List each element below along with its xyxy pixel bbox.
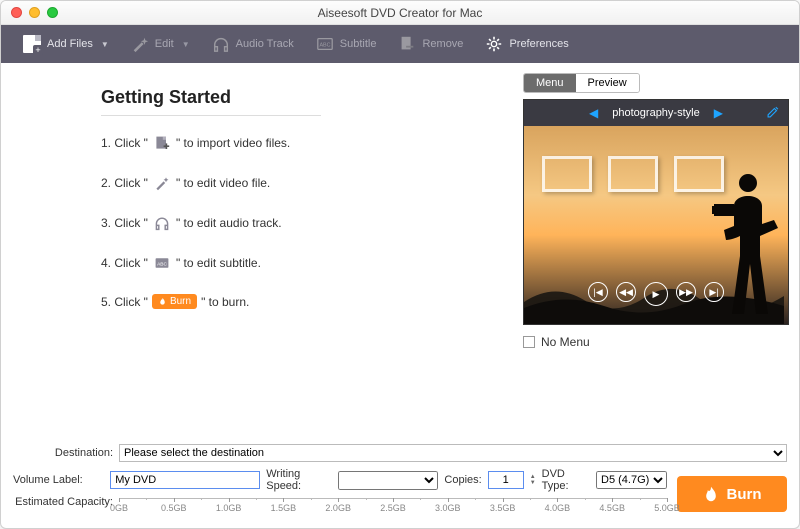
preview-canvas: |◀ ◀◀ ▶ ▶▶ ▶| <box>524 126 788 324</box>
titlebar: Aiseesoft DVD Creator for Mac <box>1 1 799 25</box>
app-window: Aiseesoft DVD Creator for Mac + Add File… <box>0 0 800 529</box>
burn-button-label: Burn <box>727 486 762 503</box>
audio-track-button[interactable]: Audio Track <box>202 31 304 57</box>
subtitle-icon: ABC <box>152 254 172 272</box>
destination-label: Destination: <box>13 447 113 459</box>
estimated-capacity-label: Estimated Capacity: <box>13 496 113 508</box>
add-file-icon: + <box>23 35 41 53</box>
headphones-icon <box>212 35 230 53</box>
flame-icon <box>158 297 167 306</box>
preview-panel: Menu Preview ◀ photography-style ▶ <box>523 73 789 440</box>
copies-label: Copies: <box>444 474 481 486</box>
toolbar: + Add Files ▼ Edit ▼ Audio Track ABC Sub… <box>1 25 799 63</box>
burn-mini-badge: Burn <box>152 294 197 309</box>
thumbnail-frame <box>542 156 592 192</box>
template-name: photography-style <box>612 107 699 119</box>
window-title: Aiseesoft DVD Creator for Mac <box>1 6 799 20</box>
chevron-down-icon: ▼ <box>182 40 190 49</box>
audio-track-label: Audio Track <box>236 38 294 50</box>
no-menu-option[interactable]: No Menu <box>523 335 789 349</box>
thumbnail-frame <box>608 156 658 192</box>
destination-row: Destination: Please select the destinati… <box>13 444 787 462</box>
edit-icon <box>766 105 780 119</box>
dvd-type-select[interactable]: D5 (4.7G) <box>596 471 667 489</box>
writing-speed-select[interactable] <box>338 471 439 490</box>
preferences-label: Preferences <box>509 38 568 50</box>
dvd-type-label: DVD Type: <box>542 468 590 492</box>
writing-speed-label: Writing Speed: <box>266 468 332 492</box>
bottom-panel: Destination: Please select the destinati… <box>1 440 799 528</box>
burn-button[interactable]: Burn <box>677 476 787 512</box>
step-1: 1. Click " " to import video files. <box>101 134 513 152</box>
copies-spinner[interactable]: ▲▼ <box>530 474 536 486</box>
destination-select[interactable]: Please select the destination <box>119 444 787 462</box>
step-3: 3. Click " " to edit audio track. <box>101 214 513 232</box>
content-area: Getting Started 1. Click " " to import v… <box>1 63 799 440</box>
skip-forward-button[interactable]: ▶| <box>704 282 724 302</box>
play-button[interactable]: ▶ <box>644 282 668 306</box>
wand-icon <box>131 35 149 53</box>
preview-tabs: Menu Preview <box>523 73 640 93</box>
forward-button[interactable]: ▶▶ <box>676 282 696 302</box>
remove-button[interactable]: Remove <box>388 31 473 57</box>
prev-template-button[interactable]: ◀ <box>589 106 598 120</box>
playback-controls: |◀ ◀◀ ▶ ▶▶ ▶| <box>588 282 724 306</box>
step-2: 2. Click " " to edit video file. <box>101 174 513 192</box>
menu-preview: ◀ photography-style ▶ <box>523 99 789 325</box>
remove-label: Remove <box>422 38 463 50</box>
capacity-row: Estimated Capacity: 0GB0.5GB1.0GB1.5GB2.… <box>13 496 667 520</box>
remove-file-icon <box>398 35 416 53</box>
edit-template-button[interactable] <box>766 105 780 122</box>
step-5: 5. Click " Burn " to burn. <box>101 294 513 309</box>
tab-preview[interactable]: Preview <box>576 74 639 92</box>
capacity-ruler: 0GB0.5GB1.0GB1.5GB2.0GB2.5GB3.0GB3.5GB4.… <box>119 498 667 520</box>
headphones-icon <box>152 214 172 232</box>
volume-label-label: Volume Label: <box>13 474 104 486</box>
preview-header: ◀ photography-style ▶ <box>524 100 788 126</box>
add-files-button[interactable]: + Add Files ▼ <box>13 31 119 57</box>
gear-icon <box>485 35 503 53</box>
no-menu-checkbox[interactable] <box>523 336 535 348</box>
rewind-button[interactable]: ◀◀ <box>616 282 636 302</box>
subtitle-label: Subtitle <box>340 38 377 50</box>
settings-row: Volume Label: Writing Speed: Copies: ▲▼ … <box>13 468 787 520</box>
no-menu-label: No Menu <box>541 335 590 349</box>
getting-started-panel: Getting Started 1. Click " " to import v… <box>11 73 513 440</box>
volume-label-input[interactable] <box>110 471 260 489</box>
edit-label: Edit <box>155 38 174 50</box>
tab-menu[interactable]: Menu <box>524 74 576 92</box>
svg-text:ABC: ABC <box>157 261 167 267</box>
wand-icon <box>152 174 172 192</box>
next-template-button[interactable]: ▶ <box>714 106 723 120</box>
add-file-icon <box>152 134 172 152</box>
skip-back-button[interactable]: |◀ <box>588 282 608 302</box>
subtitle-icon: ABC <box>316 35 334 53</box>
edit-button[interactable]: Edit ▼ <box>121 31 200 57</box>
add-files-label: Add Files <box>47 38 93 50</box>
svg-text:ABC: ABC <box>319 43 330 49</box>
chevron-down-icon: ▼ <box>101 40 109 49</box>
flame-icon <box>703 486 719 502</box>
copies-input[interactable] <box>488 471 524 489</box>
thumbnail-frames <box>542 156 724 192</box>
preferences-button[interactable]: Preferences <box>475 31 578 57</box>
step-4: 4. Click " ABC " to edit subtitle. <box>101 254 513 272</box>
subtitle-button[interactable]: ABC Subtitle <box>306 31 387 57</box>
getting-started-heading: Getting Started <box>101 87 321 116</box>
